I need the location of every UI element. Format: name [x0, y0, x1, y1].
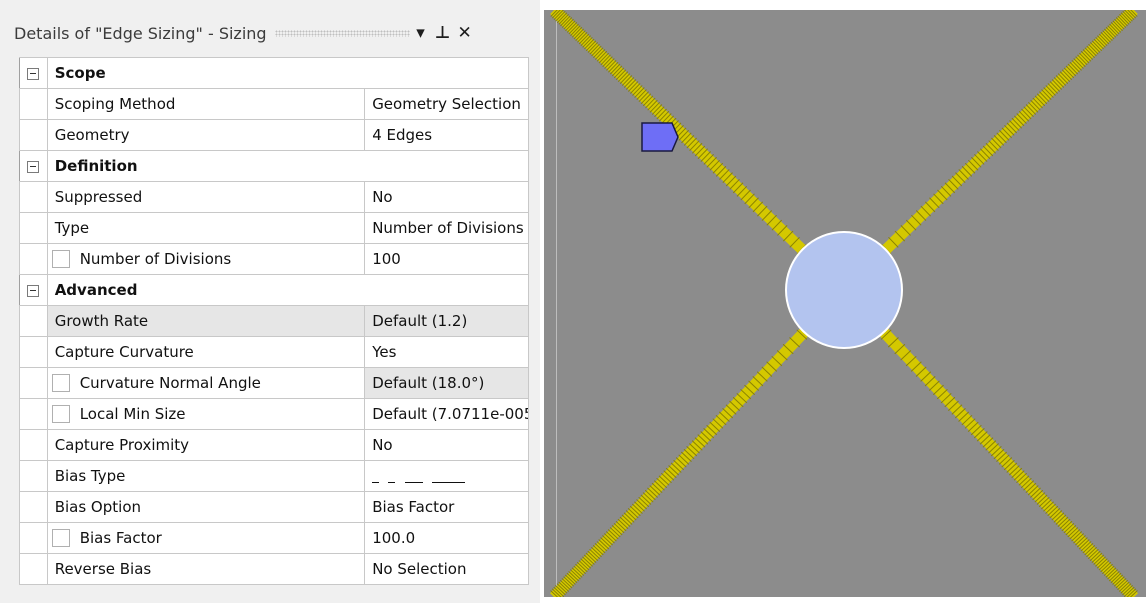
- row-label-cell: Local Min Size: [46, 398, 366, 430]
- minus-icon[interactable]: [27, 67, 40, 80]
- row-number-of-divisions[interactable]: Number of Divisions 100: [19, 243, 529, 275]
- row-label: Suppressed: [46, 181, 366, 213]
- drag-grip[interactable]: [274, 29, 410, 37]
- row-label: Local Min Size: [79, 404, 186, 423]
- parameter-checkbox[interactable]: [51, 405, 70, 424]
- row-value[interactable]: Geometry Selection: [364, 88, 529, 120]
- row-label-cell: Number of Divisions: [46, 243, 366, 275]
- graphics-viewport[interactable]: [540, 0, 1148, 603]
- row-label: Bias Type: [46, 460, 366, 492]
- row-local-min-size[interactable]: Local Min Size Default (7.0711e-005 m): [19, 398, 529, 430]
- parameter-checkbox[interactable]: [51, 250, 70, 269]
- row-value[interactable]: No: [364, 181, 529, 213]
- row-growth-rate[interactable]: Growth Rate Default (1.2): [19, 305, 529, 337]
- model-view[interactable]: [544, 10, 1146, 597]
- vertex-marker-icon[interactable]: [641, 122, 679, 152]
- row-geometry[interactable]: Geometry 4 Edges: [19, 119, 529, 151]
- row-value[interactable]: Default (18.0°): [364, 367, 529, 399]
- collapse-toggle[interactable]: [19, 150, 48, 182]
- section-advanced[interactable]: Advanced: [19, 274, 530, 306]
- row-label: Type: [46, 212, 366, 244]
- bias-type-value[interactable]: [364, 460, 529, 492]
- row-scoping-method[interactable]: Scoping Method Geometry Selection: [19, 88, 529, 120]
- row-value[interactable]: 100.0: [364, 522, 529, 554]
- row-label: Bias Factor: [79, 528, 162, 547]
- row-label-cell: Curvature Normal Angle: [46, 367, 366, 399]
- row-label: Bias Option: [46, 491, 366, 523]
- mesh-edge[interactable]: [840, 10, 1138, 294]
- row-label: Capture Proximity: [46, 429, 366, 461]
- mesh-edge[interactable]: [840, 286, 1138, 597]
- close-icon[interactable]: ✕: [454, 21, 476, 45]
- row-label: Reverse Bias: [46, 553, 366, 585]
- center-circle-face[interactable]: [785, 231, 903, 349]
- section-title: Definition: [47, 150, 530, 182]
- row-bias-type[interactable]: Bias Type: [19, 460, 529, 492]
- panel-title: Details of "Edge Sizing" - Sizing: [14, 23, 267, 43]
- panel-header: Details of "Edge Sizing" - Sizing ▾ ⊥ ✕: [14, 18, 529, 48]
- row-value[interactable]: 100: [364, 243, 529, 275]
- row-value[interactable]: Default (7.0711e-005 m): [364, 398, 529, 430]
- row-reverse-bias[interactable]: Reverse Bias No Selection: [19, 553, 529, 585]
- pin-icon[interactable]: ⊥: [432, 21, 454, 45]
- row-bias-option[interactable]: Bias Option Bias Factor: [19, 491, 529, 523]
- row-type[interactable]: Type Number of Divisions: [19, 212, 529, 244]
- row-label: Scoping Method: [46, 88, 366, 120]
- minus-icon[interactable]: [27, 160, 40, 173]
- row-capture-curvature[interactable]: Capture Curvature Yes: [19, 336, 529, 368]
- section-title: Scope: [47, 57, 530, 89]
- properties-grid: Scope Scoping Method Geometry Selection …: [19, 57, 530, 585]
- row-label: Capture Curvature: [46, 336, 366, 368]
- row-value[interactable]: Yes: [364, 336, 529, 368]
- row-value[interactable]: No: [364, 429, 529, 461]
- row-label: Curvature Normal Angle: [79, 373, 261, 392]
- mesh-edge[interactable]: [550, 10, 848, 294]
- parameter-checkbox[interactable]: [51, 529, 70, 548]
- row-capture-proximity[interactable]: Capture Proximity No: [19, 429, 529, 461]
- row-value[interactable]: No Selection: [364, 553, 529, 585]
- minus-icon[interactable]: [27, 284, 40, 297]
- section-title: Advanced: [47, 274, 530, 306]
- bias-type-graphic: [372, 469, 466, 485]
- row-value[interactable]: Default (1.2): [364, 305, 529, 337]
- row-label: Number of Divisions: [79, 249, 232, 268]
- parameter-checkbox[interactable]: [51, 374, 70, 393]
- collapse-toggle[interactable]: [19, 274, 48, 306]
- section-scope[interactable]: Scope: [19, 57, 530, 89]
- row-bias-factor[interactable]: Bias Factor 100.0: [19, 522, 529, 554]
- row-value[interactable]: Bias Factor: [364, 491, 529, 523]
- viewport-canvas[interactable]: [544, 10, 1146, 597]
- dropdown-arrow-icon[interactable]: ▾: [410, 21, 432, 45]
- row-label-cell: Bias Factor: [46, 522, 366, 554]
- row-value[interactable]: 4 Edges: [364, 119, 529, 151]
- row-suppressed[interactable]: Suppressed No: [19, 181, 529, 213]
- collapse-toggle[interactable]: [19, 57, 48, 89]
- row-label: Growth Rate: [46, 305, 366, 337]
- row-curvature-normal-angle[interactable]: Curvature Normal Angle Default (18.0°): [19, 367, 529, 399]
- row-value[interactable]: Number of Divisions: [364, 212, 529, 244]
- details-panel: Details of "Edge Sizing" - Sizing ▾ ⊥ ✕ …: [0, 0, 540, 603]
- section-definition[interactable]: Definition: [19, 150, 530, 182]
- row-label: Geometry: [46, 119, 366, 151]
- mesh-edge[interactable]: [550, 286, 848, 597]
